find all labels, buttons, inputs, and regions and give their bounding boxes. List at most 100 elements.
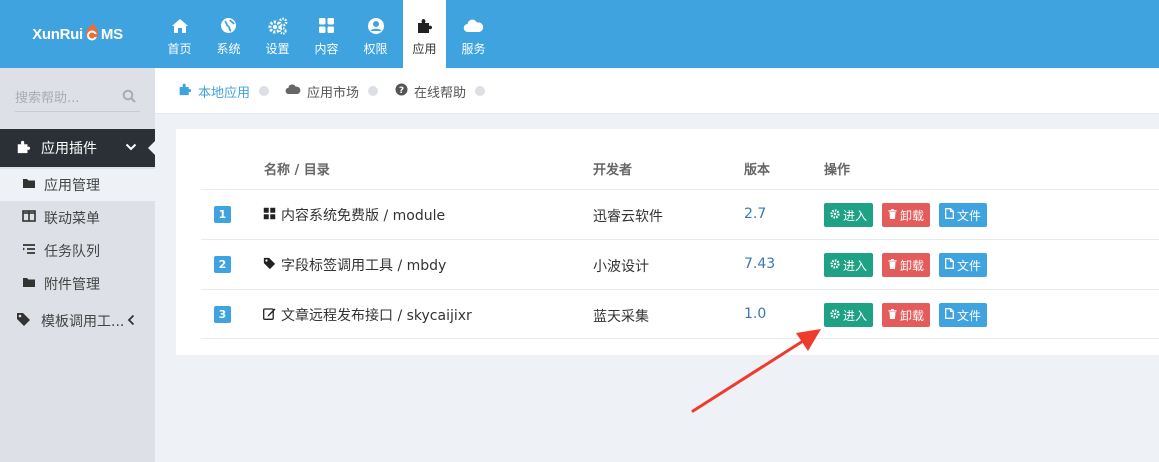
- app-version: 1.0: [744, 306, 767, 322]
- sidebar-item-app-manage[interactable]: 应用管理: [0, 169, 155, 201]
- tab-label: 应用市场: [307, 85, 360, 101]
- sidebar: 搜索帮助... 应用插件 应用管理 联动菜单 任务队列 附件管理 模板调用工..…: [0, 68, 156, 462]
- button-label: 文件: [957, 258, 982, 273]
- file-icon: [945, 208, 954, 222]
- columns-icon: [22, 210, 36, 226]
- globe-icon: [220, 16, 237, 36]
- logo[interactable]: XunRui MS: [0, 0, 155, 68]
- folder-icon: [22, 177, 36, 193]
- cloud-icon: [463, 16, 484, 36]
- app-version: 7.43: [744, 256, 776, 272]
- tab-bar: 本地应用 应用市场 ? 在线帮助: [155, 68, 1159, 114]
- button-label: 卸载: [900, 208, 925, 223]
- sidebar-group-label: 应用插件: [41, 141, 97, 157]
- app-name-cell: 文章远程发布接口 / skycaijixr: [263, 305, 472, 325]
- uninstall-button[interactable]: 卸载: [882, 203, 931, 227]
- row-actions: 进入 卸载 文件: [824, 203, 988, 227]
- tab-app-market[interactable]: 应用市场: [285, 82, 379, 101]
- home-icon: [171, 16, 189, 36]
- puzzle-icon: [16, 139, 31, 158]
- row-actions: 进入 卸载 文件: [824, 303, 988, 327]
- tab-online-help[interactable]: ? 在线帮助: [395, 82, 486, 101]
- search-icon[interactable]: [122, 89, 136, 107]
- top-header: XunRui MS 首页 系统 设置 内容 权限 应用 服务: [0, 0, 1159, 68]
- nav-item-permissions[interactable]: 权限: [351, 0, 400, 68]
- enter-button[interactable]: 进入: [824, 203, 874, 227]
- sidebar-item-label: 联动菜单: [44, 211, 100, 227]
- trash-icon: [888, 208, 897, 222]
- nav-item-settings[interactable]: 设置: [253, 0, 302, 68]
- sidebar-item-label: 模板调用工...: [41, 314, 125, 330]
- sidebar-item-linkage-menu[interactable]: 联动菜单: [0, 202, 155, 234]
- nav-item-content[interactable]: 内容: [302, 0, 351, 68]
- active-notch: [148, 140, 156, 156]
- nav-item-service[interactable]: 服务: [449, 0, 498, 68]
- puzzle-icon: [416, 16, 433, 36]
- enter-button[interactable]: 进入: [824, 303, 874, 327]
- search-input[interactable]: 搜索帮助...: [15, 87, 79, 106]
- row-number-badge: 2: [214, 256, 231, 273]
- sidebar-item-task-queue[interactable]: 任务队列: [0, 235, 155, 267]
- uninstall-button[interactable]: 卸载: [882, 253, 931, 277]
- search-box[interactable]: 搜索帮助...: [15, 84, 140, 112]
- button-label: 进入: [843, 208, 868, 223]
- button-label: 文件: [957, 208, 982, 223]
- file-button[interactable]: 文件: [939, 303, 988, 327]
- nav-label: 首页: [167, 41, 192, 56]
- row-number-badge: 1: [214, 206, 231, 223]
- button-label: 文件: [957, 308, 982, 323]
- row-number-badge: 3: [214, 306, 231, 323]
- column-header-actions: 操作: [824, 163, 851, 178]
- app-name: 内容系统免费版 / module: [281, 208, 446, 224]
- app-version: 2.7: [744, 206, 767, 222]
- logo-text-left: XunRui: [32, 25, 83, 43]
- column-header-developer: 开发者: [593, 163, 633, 178]
- uninstall-button[interactable]: 卸载: [882, 303, 931, 327]
- button-label: 进入: [843, 308, 868, 323]
- tab-separator-dot: [259, 86, 270, 96]
- list-icon: [22, 243, 36, 259]
- gear-icon: [830, 308, 840, 322]
- nav-item-system[interactable]: 系统: [204, 0, 253, 68]
- enter-button[interactable]: 进入: [824, 253, 874, 277]
- nav-label: 权限: [363, 41, 388, 56]
- file-icon: [945, 308, 954, 322]
- sidebar-item-template-tools[interactable]: 模板调用工...: [0, 305, 155, 337]
- sidebar-item-attachments[interactable]: 附件管理: [0, 268, 155, 300]
- trash-icon: [888, 308, 897, 322]
- table-row: 2 字段标签调用工具 / mbdy 小波设计 7.43 进入 卸载 文件: [201, 239, 1159, 289]
- sidebar-item-label: 任务队列: [44, 244, 100, 260]
- table-row: 1 内容系统免费版 / module 迅睿云软件 2.7 进入 卸载 文件: [201, 189, 1159, 239]
- file-button[interactable]: 文件: [939, 203, 988, 227]
- app-name: 文章远程发布接口 / skycaijixr: [281, 308, 472, 324]
- chevron-down-icon: [125, 140, 137, 156]
- table-row: 3 文章远程发布接口 / skycaijixr 蓝天采集 1.0 进入 卸载 文…: [201, 289, 1159, 339]
- file-icon: [945, 258, 954, 272]
- nav-item-home[interactable]: 首页: [155, 0, 204, 68]
- app-name-cell: 内容系统免费版 / module: [263, 205, 445, 225]
- svg-text:?: ?: [399, 86, 404, 96]
- grid-icon: [318, 16, 335, 36]
- trash-icon: [888, 258, 897, 272]
- apps-table-panel: 名称 / 目录 开发者 版本 操作 1 内容系统免费版 / module 迅睿云…: [176, 129, 1159, 355]
- file-button[interactable]: 文件: [939, 253, 988, 277]
- nav-item-apps[interactable]: 应用: [403, 0, 446, 68]
- gear-icon: [830, 258, 840, 272]
- tag-icon: [16, 312, 31, 331]
- sidebar-group-app-plugins[interactable]: 应用插件: [0, 129, 156, 167]
- column-header-name: 名称 / 目录: [264, 163, 330, 178]
- logo-flame-icon: [84, 22, 100, 44]
- chevron-left-icon: [127, 314, 135, 330]
- cloud-icon: [285, 83, 301, 99]
- tag-icon: [263, 257, 276, 274]
- app-developer: 蓝天采集: [593, 309, 649, 325]
- nav-label: 系统: [216, 41, 241, 56]
- nav-label: 服务: [461, 41, 486, 56]
- question-circle-icon: ?: [395, 83, 408, 100]
- main-nav: 首页 系统 设置 内容 权限 应用 服务: [155, 0, 498, 68]
- nav-label: 内容: [314, 41, 339, 56]
- gears-icon: [268, 16, 288, 36]
- tab-local-apps[interactable]: 本地应用: [178, 82, 270, 101]
- nav-label: 应用: [412, 41, 437, 56]
- gear-icon: [830, 208, 840, 222]
